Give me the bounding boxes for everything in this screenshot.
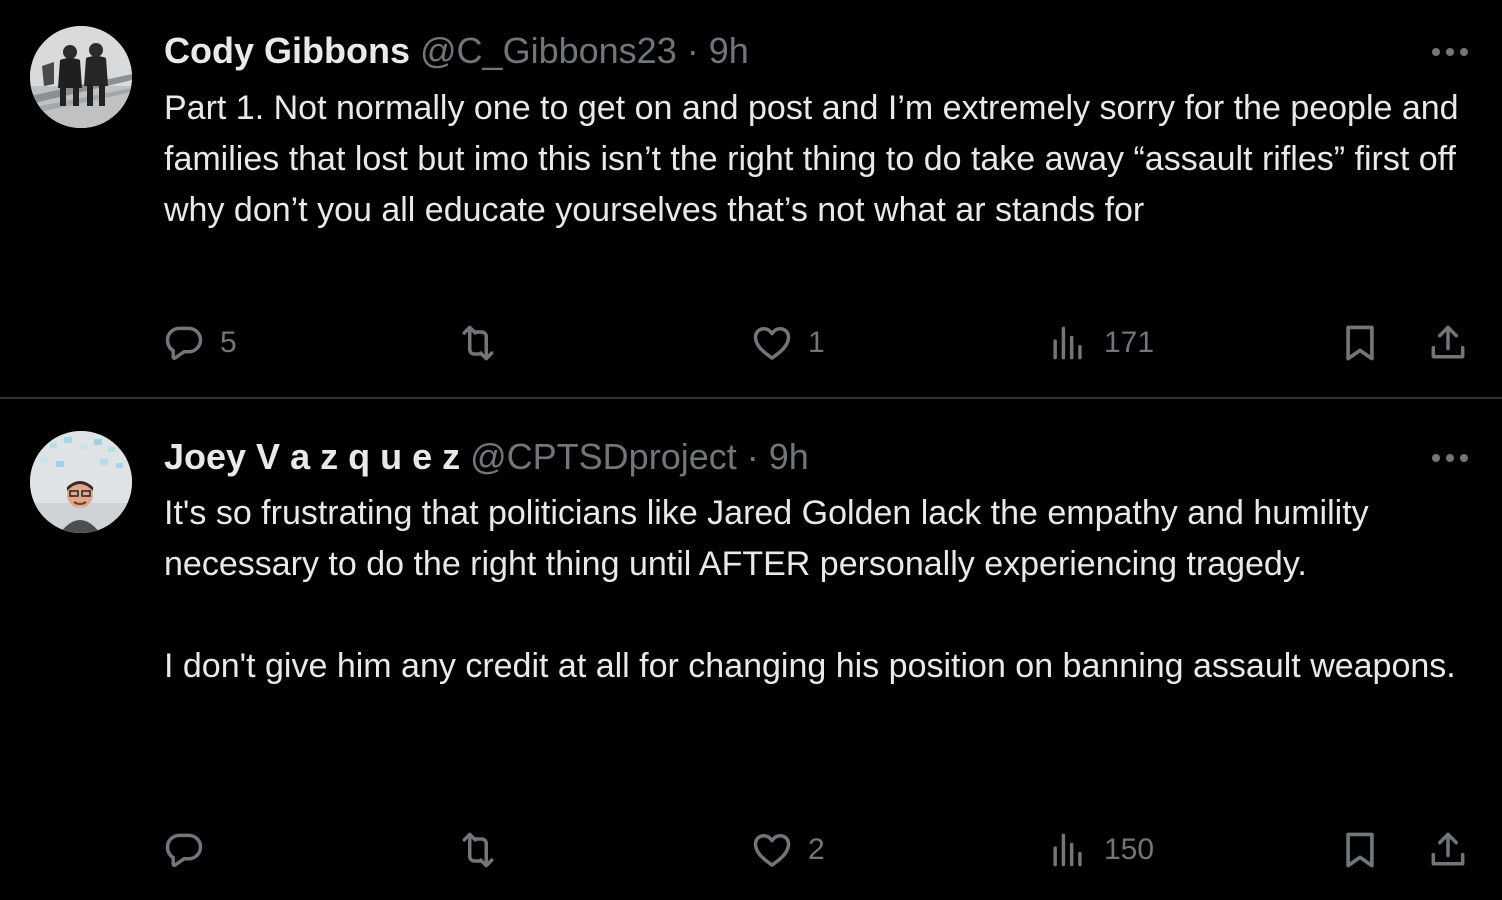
share-button[interactable] (1426, 318, 1470, 368)
share-upload-icon (1431, 832, 1465, 866)
more-dots-icon (1432, 48, 1468, 56)
bookmark-icon (1346, 832, 1374, 868)
action-bar: 5 1 171 (0, 318, 1502, 368)
views-count: 171 (1104, 326, 1155, 359)
author-name[interactable]: Cody Gibbons (164, 30, 410, 71)
avatar-photo-icon (30, 26, 132, 128)
views-bar-chart-icon (1053, 326, 1082, 360)
reply-count: 5 (220, 326, 237, 359)
tweet-header: Cody Gibbons @C_Gibbons23 · 9h (164, 29, 1412, 73)
views-bar-chart-icon (1053, 833, 1082, 867)
more-options-button[interactable] (1428, 42, 1472, 62)
author-handle[interactable]: @CPTSDproject (470, 436, 737, 477)
avatar-photo-icon (30, 431, 132, 533)
separator-dot: · (686, 30, 699, 71)
like-count: 1 (808, 326, 825, 359)
tweet-header: Joey V a z q u e z @CPTSDproject · 9h (164, 435, 1412, 479)
views-button[interactable]: 150 (1046, 825, 1154, 875)
views-count: 150 (1104, 833, 1155, 866)
tweet[interactable]: Joey V a z q u e z @CPTSDproject · 9h It… (0, 399, 1502, 900)
reply-button[interactable] (162, 825, 220, 875)
bookmark-button[interactable] (1338, 825, 1382, 875)
separator-dot: · (746, 436, 759, 477)
more-options-button[interactable] (1428, 448, 1472, 468)
bookmark-icon (1346, 325, 1374, 361)
retweet-arrows-icon (462, 325, 494, 361)
timestamp[interactable]: 9h (709, 30, 749, 71)
like-count: 2 (808, 833, 825, 866)
tweet-text: Part 1. Not normally one to get on and p… (164, 83, 1464, 236)
author-handle[interactable]: @C_Gibbons23 (420, 30, 677, 71)
heart-icon (753, 833, 791, 867)
retweet-arrows-icon (462, 832, 494, 868)
retweet-button[interactable] (456, 318, 514, 368)
author-name[interactable]: Joey V a z q u e z (164, 436, 460, 477)
share-upload-icon (1431, 325, 1465, 359)
reply-bubble-icon (165, 326, 203, 360)
heart-icon (753, 326, 791, 360)
tweet-paragraph: It's so frustrating that politicians lik… (164, 494, 1369, 583)
share-button[interactable] (1426, 825, 1470, 875)
more-dots-icon (1432, 454, 1468, 462)
tweet[interactable]: Cody Gibbons @C_Gibbons23 · 9h Part 1. N… (0, 0, 1502, 397)
like-button[interactable]: 1 (750, 318, 825, 368)
tweet-text: It's so frustrating that politicians lik… (164, 488, 1464, 692)
reply-button[interactable]: 5 (162, 318, 237, 368)
like-button[interactable]: 2 (750, 825, 825, 875)
tweet-paragraph: I don't give him any credit at all for c… (164, 647, 1456, 685)
views-button[interactable]: 171 (1046, 318, 1154, 368)
avatar[interactable] (30, 431, 132, 533)
timestamp[interactable]: 9h (769, 436, 809, 477)
tweet-paragraph: Part 1. Not normally one to get on and p… (164, 89, 1459, 229)
reply-bubble-icon (165, 833, 203, 867)
bookmark-button[interactable] (1338, 318, 1382, 368)
retweet-button[interactable] (456, 825, 514, 875)
avatar[interactable] (30, 26, 132, 128)
action-bar: 2 150 (0, 825, 1502, 875)
